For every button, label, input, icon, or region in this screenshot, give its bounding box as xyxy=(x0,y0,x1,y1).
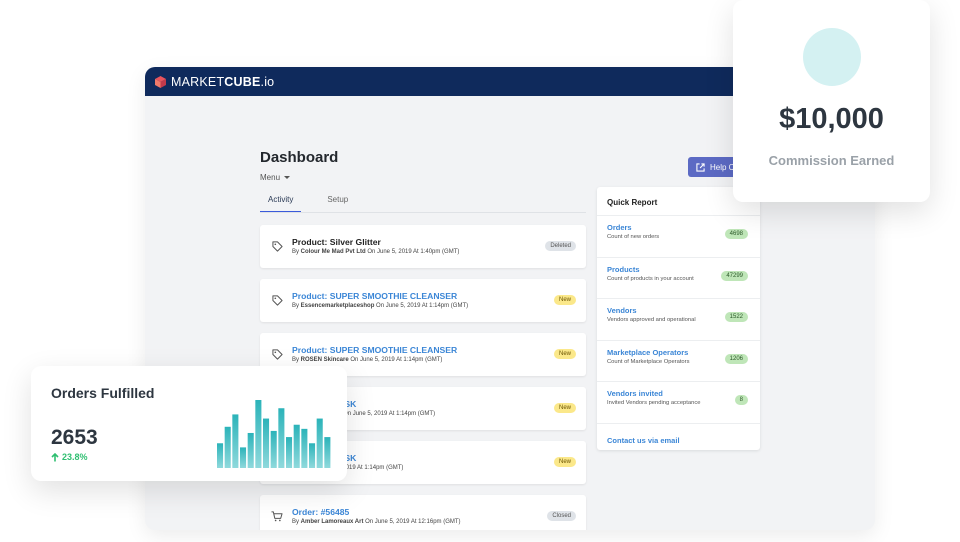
menu-dropdown[interactable]: Menu xyxy=(260,173,291,182)
tag-icon xyxy=(270,240,284,254)
activity-date: On June 5, 2019 At 1:14pm (GMT) xyxy=(374,303,469,309)
orders-fulfilled-card: Orders Fulfilled 2653 23.8% xyxy=(31,366,347,481)
activity-author: Amber Lamoreaux Art xyxy=(300,519,364,525)
quick-report-panel: Quick Report Orders Count of new orders 46… xyxy=(597,187,760,450)
activity-date: On June 5, 2019 At 1:40pm (GMT) xyxy=(365,249,460,255)
report-count-badge: 8 xyxy=(734,395,748,405)
activity-card[interactable]: Product: SUPER SMOOTHIE CLEANSER By Essen… xyxy=(260,279,586,322)
activity-author: ROSEN Skincare xyxy=(300,357,349,363)
contact-email-link[interactable]: Contact us via email xyxy=(597,422,760,457)
activity-card[interactable]: Product: Silver Glitter By Colour Me Mad … xyxy=(260,225,586,268)
logo-icon xyxy=(155,75,166,88)
caret-down-icon xyxy=(284,176,291,179)
chart-bar xyxy=(232,414,239,468)
activity-date: On June 5, 2019 At 12:16pm (GMT) xyxy=(363,519,461,525)
status-badge: New xyxy=(553,349,576,359)
quick-report-row[interactable]: Products Count of products in your accoun… xyxy=(597,256,760,299)
report-count-badge: 1522 xyxy=(724,312,748,322)
chart-bar xyxy=(316,418,323,468)
activity-card-text: Product: SUPER SMOOTHIE CLEANSER By Essen… xyxy=(292,290,586,311)
activity-title: Product: Silver Glitter xyxy=(292,237,381,247)
chart-bar xyxy=(309,443,316,468)
orders-count: 2653 xyxy=(51,426,98,449)
tab-activity[interactable]: Activity xyxy=(260,195,302,213)
activity-title[interactable]: Product: SUPER SMOOTHIE CLEANSER xyxy=(292,290,586,302)
status-badge: Deleted xyxy=(545,241,576,251)
chart-bar xyxy=(240,447,247,468)
quick-report-rows: Orders Count of new orders 4698 Products Cou… xyxy=(597,215,760,423)
arrow-up-icon xyxy=(51,452,59,461)
chart-bar xyxy=(247,432,254,468)
activity-meta: By ROSEN Skincare On June 5, 2019 At 1:1… xyxy=(292,357,443,363)
tag-icon xyxy=(270,348,284,362)
commission-amount: $10,000 xyxy=(779,103,884,135)
orders-bar-chart xyxy=(217,400,331,468)
orders-title: Orders Fulfilled xyxy=(51,385,155,401)
tabs: Activity Setup xyxy=(260,195,348,213)
activity-card-text: Product: SUPER SMOOTHIE CLEANSER By ROSEN… xyxy=(292,344,586,365)
report-count-badge: 4698 xyxy=(724,229,748,239)
commission-label: Commission Earned xyxy=(768,153,895,168)
stage: MARKETCUBE.io Dashboard Menu Activity Se… xyxy=(0,0,960,542)
page-title: Dashboard xyxy=(260,149,339,166)
chart-bar xyxy=(324,437,331,468)
chart-bar xyxy=(224,426,231,468)
tabs-divider xyxy=(260,212,586,213)
chart-bar xyxy=(301,428,308,468)
cart-icon xyxy=(270,510,284,524)
activity-card-text: Product: Silver Glitter By Colour Me Mad … xyxy=(292,236,586,257)
chart-bar xyxy=(278,408,285,468)
brand-name[interactable]: MARKETCUBE.io xyxy=(171,75,274,89)
activity-date: On June 5, 2019 At 1:14pm (GMT) xyxy=(341,411,436,417)
report-count-badge: 1206 xyxy=(724,353,748,364)
chart-bar xyxy=(286,437,293,468)
activity-card[interactable]: Order: #56485 By Amber Lamoreaux Art On J… xyxy=(260,495,586,530)
help-button-label: Help C xyxy=(710,162,735,172)
report-label[interactable]: Vendors invited xyxy=(607,389,750,399)
status-badge: Closed xyxy=(547,511,576,521)
orders-growth: 23.8% xyxy=(51,452,88,462)
status-badge: New xyxy=(553,403,576,413)
activity-meta: By Amber Lamoreaux Art On June 5, 2019 A… xyxy=(292,519,461,525)
activity-author: Colour Me Mad Pvt Ltd xyxy=(300,249,366,255)
external-link-icon xyxy=(696,162,705,172)
chart-bar xyxy=(255,400,262,468)
tab-setup[interactable]: Setup xyxy=(319,195,348,213)
quick-report-row[interactable]: Marketplace Operators Count of Marketplac… xyxy=(597,339,760,382)
chart-bar xyxy=(263,418,270,468)
tag-icon xyxy=(270,294,284,308)
commission-card: $10,000 Commission Earned xyxy=(733,0,930,202)
activity-title[interactable]: Product: SUPER SMOOTHIE CLEANSER xyxy=(292,344,586,356)
activity-meta: By Essencemarketplaceshop On June 5, 201… xyxy=(292,303,469,309)
chart-bar xyxy=(270,430,277,468)
orders-growth-value: 23.8% xyxy=(62,452,88,462)
quick-report-row[interactable]: Vendors Vendors approved and operational 1… xyxy=(597,298,760,340)
activity-meta: By Colour Me Mad Pvt Ltd On June 5, 2019… xyxy=(292,249,460,255)
status-badge: New xyxy=(553,295,576,305)
menu-label: Menu xyxy=(260,173,281,182)
activity-date: On June 5, 2019 At 1:14pm (GMT) xyxy=(348,357,443,363)
activity-author: Essencemarketplaceshop xyxy=(300,303,375,309)
activity-card-text: Order: #56485 By Amber Lamoreaux Art On J… xyxy=(292,506,586,527)
status-badge: New xyxy=(553,457,576,467)
activity-title[interactable]: Order: #56485 xyxy=(292,506,586,518)
chart-bar xyxy=(293,424,300,468)
circle-decoration-icon xyxy=(803,28,861,86)
quick-report-row[interactable]: Orders Count of new orders 4698 xyxy=(597,215,760,257)
report-desc: Invited Vendors pending acceptance xyxy=(607,400,701,406)
chart-bar xyxy=(217,443,224,468)
report-count-badge: 47299 xyxy=(721,270,748,281)
quick-report-row[interactable]: Vendors invited Invited Vendors pending a… xyxy=(597,381,760,423)
